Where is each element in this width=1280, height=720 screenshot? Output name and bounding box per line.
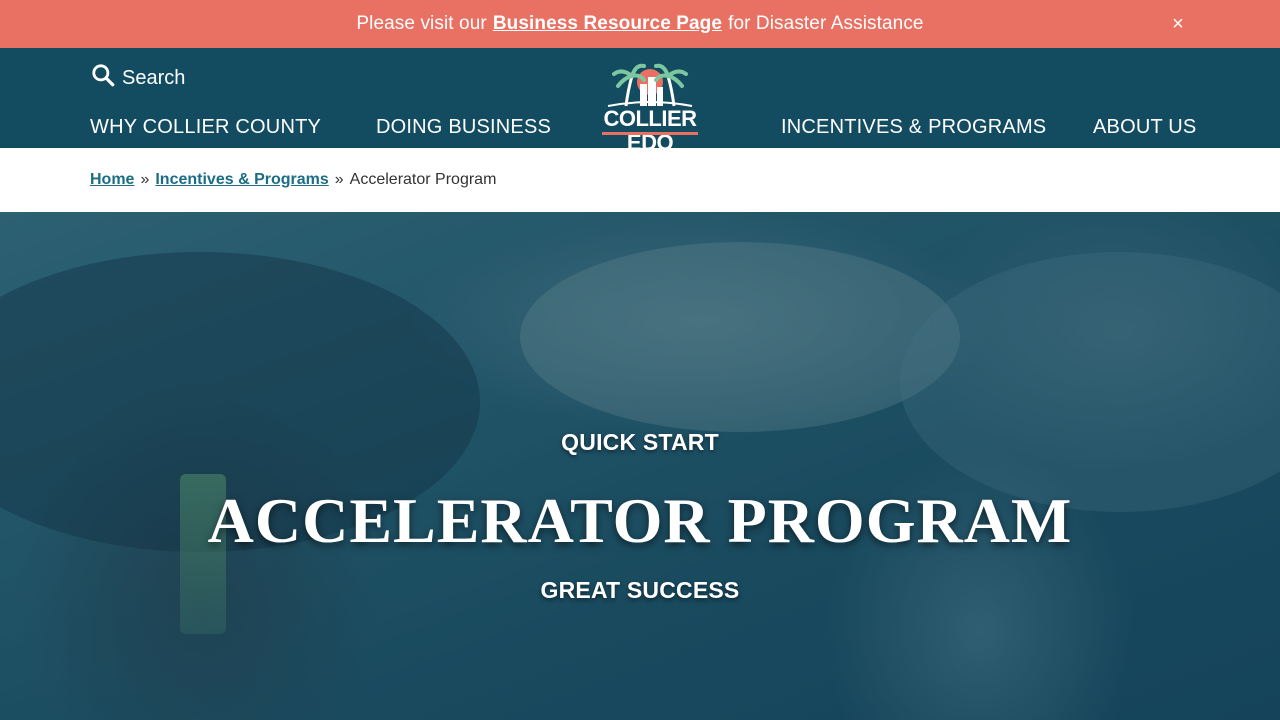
- breadcrumb-separator: »: [334, 171, 344, 188]
- alert-prefix: Please visit our: [356, 13, 487, 34]
- site-header: Search WHY COLLIER COUNTY DOING BUSINESS…: [0, 48, 1280, 155]
- search-button[interactable]: Search: [90, 64, 185, 92]
- breadcrumb: Home » Incentives & Programs » Accelerat…: [0, 148, 1280, 212]
- palm-tree-logo-icon: [607, 63, 693, 107]
- alert-banner: Please visit our Business Resource Page …: [0, 0, 1280, 48]
- page-title: ACCELERATOR PROGRAM: [207, 485, 1073, 556]
- close-icon[interactable]: ×: [1166, 12, 1190, 36]
- breadcrumb-separator: »: [140, 171, 150, 188]
- hero-overlay: [0, 212, 1280, 720]
- alert-suffix: for Disaster Assistance: [728, 13, 924, 34]
- breadcrumb-current: Accelerator Program: [349, 171, 497, 188]
- nav-doing-business[interactable]: DOING BUSINESS: [376, 116, 551, 139]
- nav-incentives-programs[interactable]: INCENTIVES & PROGRAMS: [781, 116, 1046, 139]
- hero-subtitle: GREAT SUCCESS: [540, 577, 740, 603]
- logo-underline: [602, 132, 698, 135]
- search-label: Search: [122, 66, 186, 89]
- business-resource-link[interactable]: Business Resource Page: [493, 13, 722, 35]
- hero-kicker: QUICK START: [561, 429, 719, 455]
- breadcrumb-incentives-link[interactable]: Incentives & Programs: [155, 171, 328, 189]
- site-logo[interactable]: COLLIER EDO: [596, 60, 704, 155]
- search-icon: [90, 62, 116, 94]
- breadcrumb-home-link[interactable]: Home: [90, 171, 134, 189]
- nav-about-us[interactable]: ABOUT US: [1093, 116, 1196, 139]
- nav-why-collier-county[interactable]: WHY COLLIER COUNTY: [90, 116, 321, 139]
- hero-banner: QUICK START ACCELERATOR PROGRAM GREAT SU…: [0, 212, 1280, 720]
